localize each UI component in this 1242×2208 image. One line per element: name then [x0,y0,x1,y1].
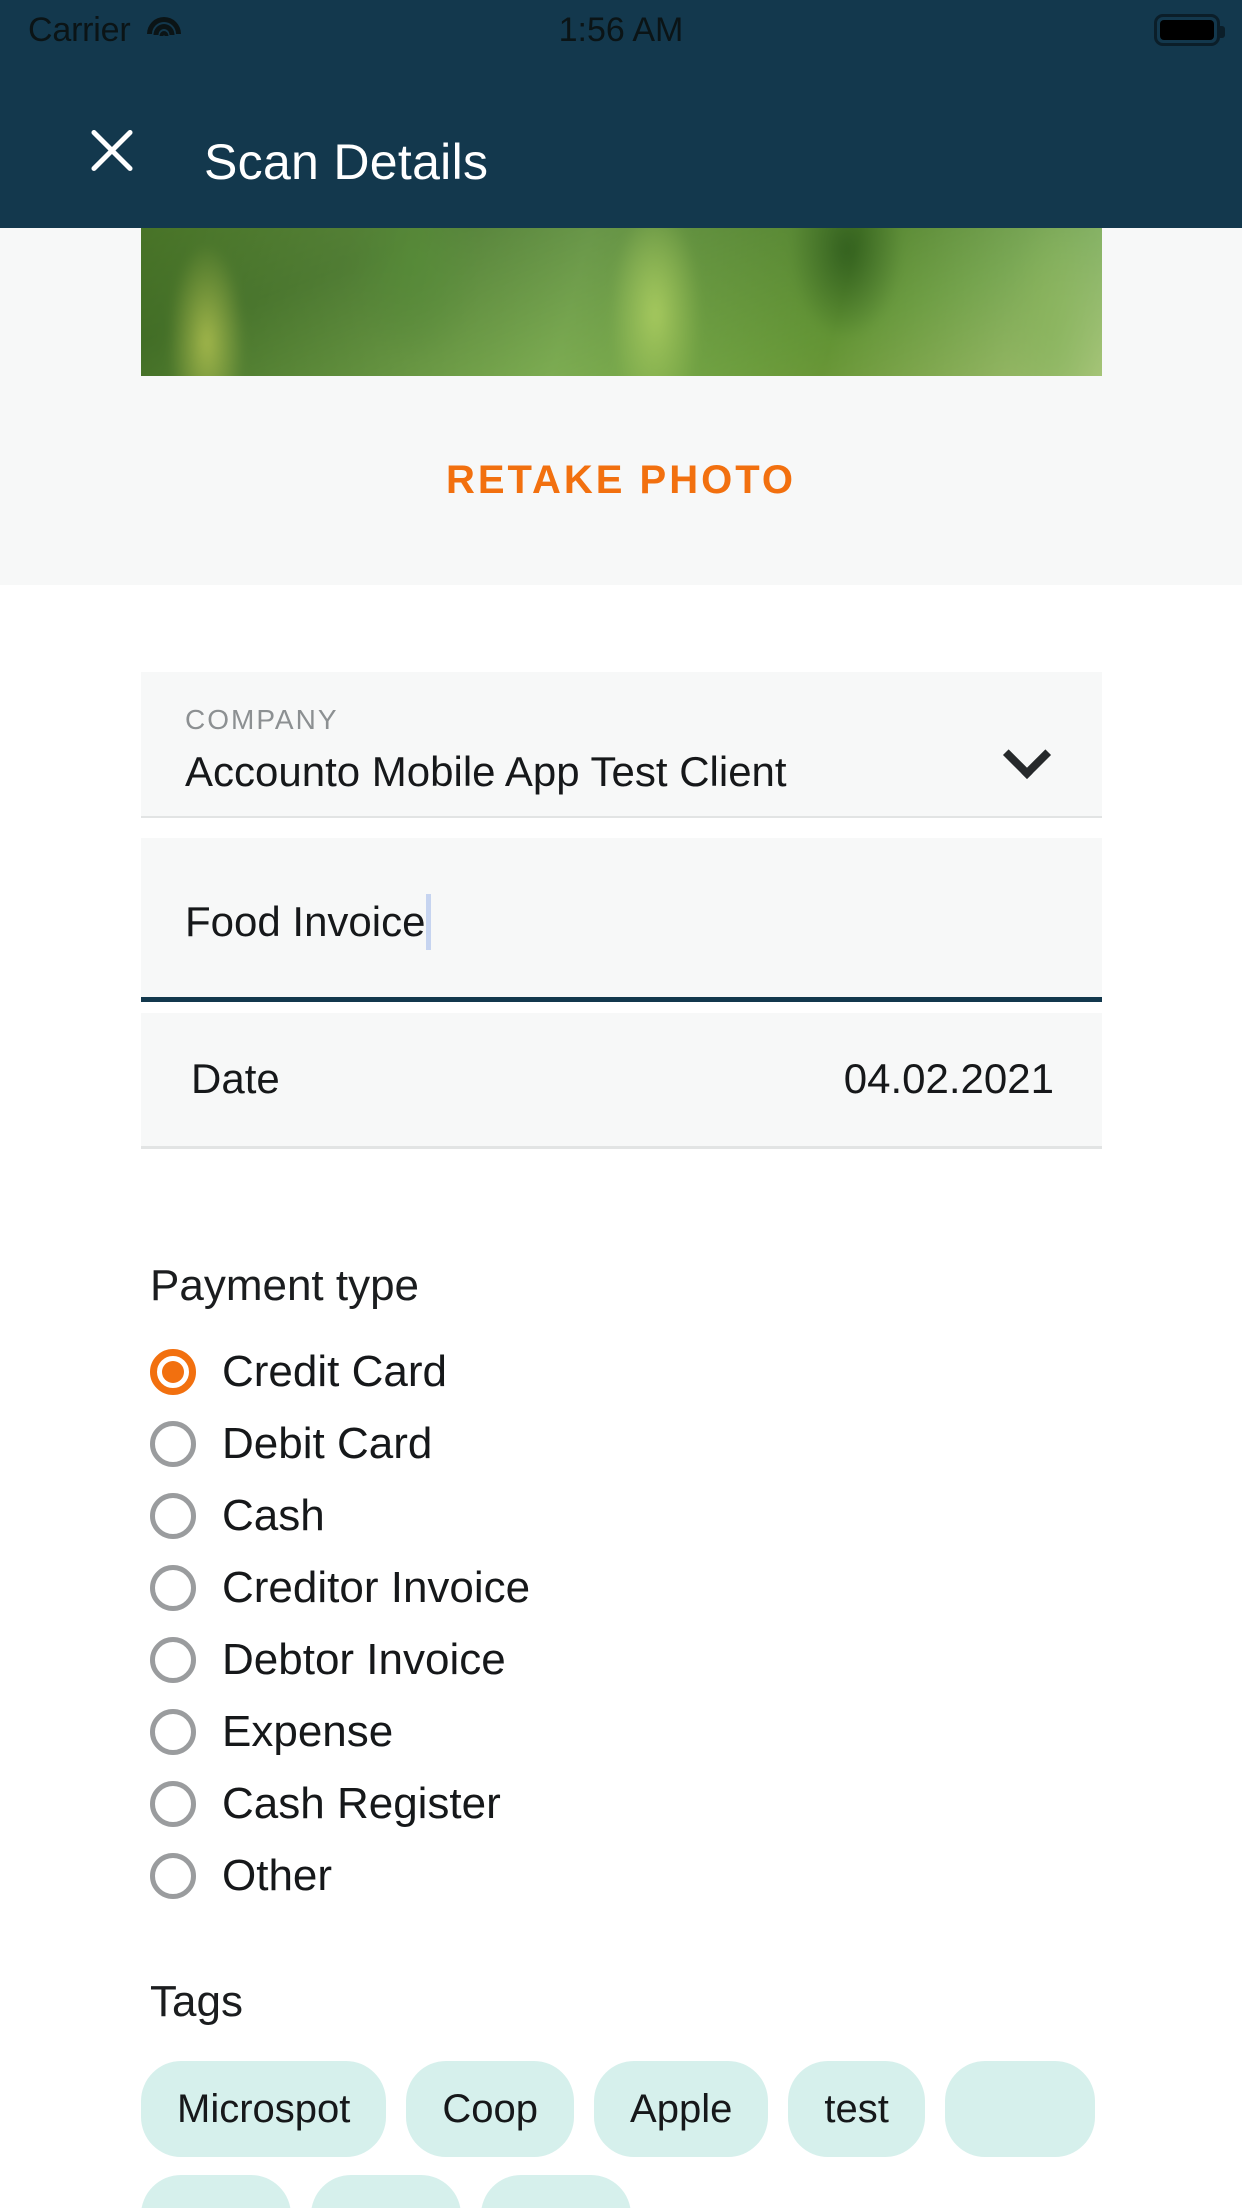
battery-full-icon [1154,14,1225,46]
radio-unselected-icon[interactable] [150,1565,196,1611]
tag-list: Microspot Coop Apple test [141,2061,1242,2208]
text-cursor [426,894,432,950]
tag-chip[interactable]: Apple [594,2061,769,2157]
date-field[interactable]: Date 04.02.2021 [141,1013,1102,1149]
company-field-label: COMPANY [185,704,339,735]
tag-chip[interactable] [944,2061,1095,2157]
retake-photo-button[interactable]: RETAKE PHOTO [0,458,1242,503]
page-title: Scan Details [204,134,489,190]
radio-unselected-icon[interactable] [150,1421,196,1467]
close-icon[interactable] [84,122,140,178]
tag-chip[interactable] [141,2175,291,2208]
tag-chip[interactable]: test [788,2061,925,2157]
nav-bar: Scan Details [0,60,1242,228]
radio-unselected-icon[interactable] [150,1781,196,1827]
payment-option-label: Expense [222,1707,394,1756]
tag-chip[interactable] [481,2175,631,2208]
photo-card: RETAKE PHOTO [0,228,1242,585]
scan-details-screen: Carrier 1:56 AM Scan Details RETAKE PHOT… [0,0,1242,2208]
radio-unselected-icon[interactable] [150,1637,196,1683]
payment-option-other[interactable]: Other [150,1840,530,1912]
payment-option-expense[interactable]: Expense [150,1696,530,1768]
title-input-wrapper[interactable]: Food Invoice [185,894,432,950]
payment-option-debit-card[interactable]: Debit Card [150,1408,530,1480]
payment-option-label: Credit Card [222,1347,447,1396]
tag-chip[interactable]: Coop [406,2061,575,2157]
payment-option-debtor-invoice[interactable]: Debtor Invoice [150,1624,530,1696]
status-bar-right [1154,14,1225,46]
photo-shading [141,228,1102,376]
payment-option-label: Creditor Invoice [222,1563,531,1612]
radio-unselected-icon[interactable] [150,1493,196,1539]
title-input-value: Food Invoice [185,898,426,945]
company-field-value: Accounto Mobile App Test Client [185,748,787,795]
date-field-value[interactable]: 04.02.2021 [844,1055,1054,1103]
radio-unselected-icon[interactable] [150,1853,196,1899]
payment-option-label: Debtor Invoice [222,1635,506,1684]
payment-option-label: Cash [222,1491,325,1540]
status-bar: Carrier 1:56 AM [0,0,1242,60]
chevron-down-icon[interactable] [1006,734,1046,774]
radio-selected-icon[interactable] [150,1349,196,1395]
payment-option-credit-card[interactable]: Credit Card [150,1336,530,1408]
payment-option-cash-register[interactable]: Cash Register [150,1768,530,1840]
radio-unselected-icon[interactable] [150,1709,196,1755]
payment-option-label: Cash Register [222,1779,501,1828]
scan-photo-preview[interactable] [141,228,1102,376]
payment-option-label: Debit Card [222,1419,433,1468]
tags-heading: Tags [150,1977,243,2026]
tag-chip[interactable]: Microspot [141,2061,387,2157]
payment-option-cash[interactable]: Cash [150,1480,530,1552]
company-select-field[interactable]: COMPANY Accounto Mobile App Test Client [141,672,1102,818]
payment-option-creditor-invoice[interactable]: Creditor Invoice [150,1552,530,1624]
payment-option-label: Other [222,1851,333,1900]
payment-type-radio-group: Credit Card Debit Card Cash Creditor Invoic… [150,1336,530,1912]
status-bar-time: 1:56 AM [558,10,684,49]
payment-type-heading: Payment type [150,1261,420,1310]
date-field-label: Date [191,1055,280,1102]
tag-chip[interactable] [311,2175,461,2208]
title-input-field[interactable]: Food Invoice [141,838,1102,1002]
